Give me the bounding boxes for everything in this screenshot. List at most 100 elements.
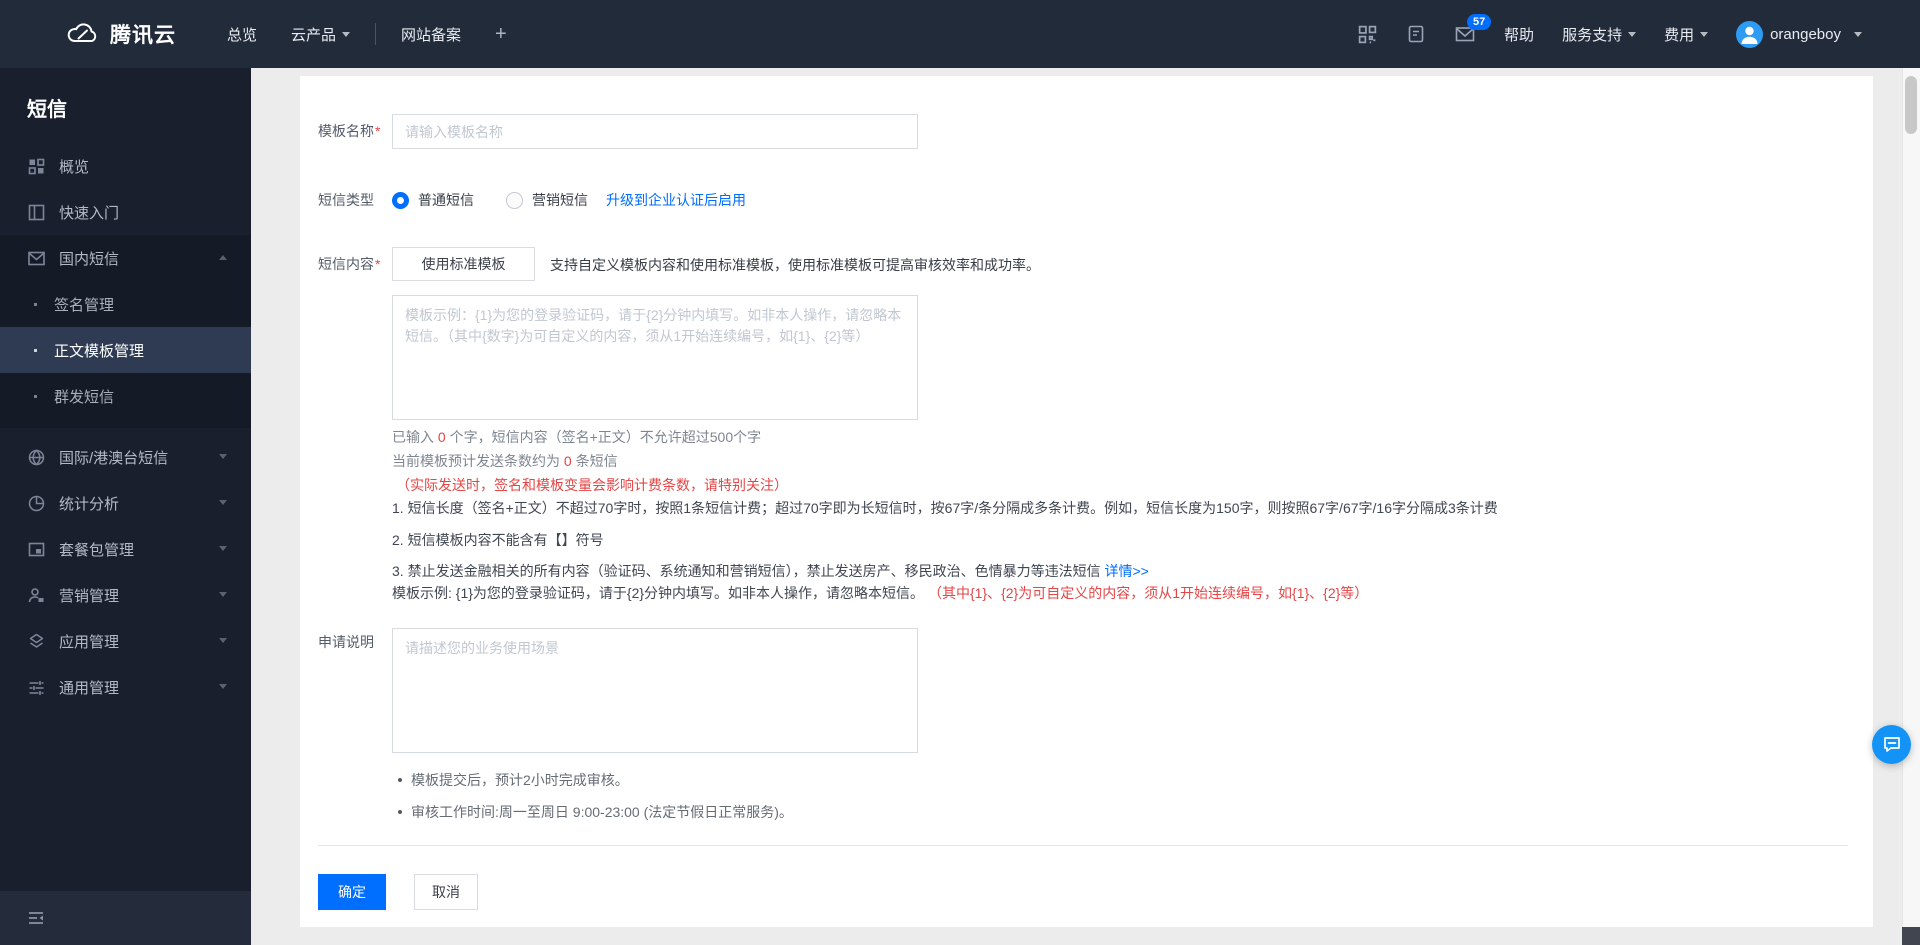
nav-overview[interactable]: 总览 xyxy=(210,0,274,68)
chevron-down-icon xyxy=(1700,31,1709,37)
sidebar-group-domestic-sms: 国内短信 签名管理 正文模板管理 群发短信 xyxy=(0,235,251,428)
brand-text: 腾讯云 xyxy=(110,24,176,47)
sidebar-item-package-management[interactable]: 套餐包管理 xyxy=(0,526,251,572)
billing-warning-line: （实际发送时，签名和模板变量会影响计费条数，请特别关注） xyxy=(396,477,788,493)
template-example-note: （其中{1}、{2}为可自定义的内容，须从1开始连续编号，如{1}、{2}等） xyxy=(927,585,1369,601)
cancel-button[interactable]: 取消 xyxy=(414,874,478,910)
globe-icon xyxy=(27,448,46,467)
nav-add-tab-button[interactable]: + xyxy=(478,0,524,68)
nav-help[interactable]: 帮助 xyxy=(1504,24,1534,45)
chevron-down-icon xyxy=(219,454,227,459)
chevron-down-icon xyxy=(219,546,227,551)
scrollbar-corner xyxy=(1902,927,1920,945)
sidebar-title: 短信 xyxy=(27,99,67,121)
chevron-down-icon xyxy=(342,31,351,37)
sms-content-textarea[interactable] xyxy=(392,295,918,420)
radio-normal-sms[interactable] xyxy=(392,191,409,209)
tencent-cloud-logo[interactable]: 腾讯云 xyxy=(66,19,176,49)
sidebar-item-domestic-sms[interactable]: 国内短信 xyxy=(0,235,251,281)
bullet-icon xyxy=(34,348,37,352)
chat-bubble-icon xyxy=(1882,735,1902,754)
sidebar-item-international-sms[interactable]: 国际/港澳台短信 xyxy=(0,434,251,480)
sidebar-item-quickstart[interactable]: 快速入门 xyxy=(0,189,251,235)
template-form-card: 模板名称* 短信类型 普通短信 营销短信 升级到企业认证后启用 短信内容* 使用… xyxy=(300,76,1873,927)
radio-normal-sms-label[interactable]: 普通短信 xyxy=(418,190,474,210)
required-asterisk: * xyxy=(375,256,381,272)
layers-icon xyxy=(27,632,46,651)
avatar xyxy=(1736,20,1764,48)
navbar-left: 腾讯云 总览 云产品 网站备案 + xyxy=(0,0,524,68)
estimate-value: 0 xyxy=(563,453,572,469)
submit-button[interactable]: 确定 xyxy=(318,874,386,910)
nav-billing[interactable]: 费用 xyxy=(1664,24,1709,45)
sidebar-collapse-bar[interactable] xyxy=(0,891,251,945)
template-example-line: 模板示例: {1}为您的登录验证码，请于{2}分钟内填写。如非本人操作，请忽略本… xyxy=(392,585,1369,601)
template-name-label: 模板名称* xyxy=(318,123,381,139)
username: orangeboy xyxy=(1770,25,1841,43)
details-link[interactable]: 详情>> xyxy=(1104,563,1148,579)
estimate-line: 当前模板预计发送条数约为 0 条短信 xyxy=(392,453,618,469)
upgrade-enterprise-link[interactable]: 升级到企业认证后启用 xyxy=(606,190,746,210)
application-note-textarea[interactable] xyxy=(392,628,918,753)
sidebar-item-general-management[interactable]: 通用管理 xyxy=(0,664,251,710)
sidebar: 短信 概览 快速入门 国内短信 签名管理 正文模板管理 群发短信 国际/港澳台短… xyxy=(0,68,251,945)
standard-template-hint: 支持自定义模板内容和使用标准模板，使用标准模板可提高审核效率和成功率。 xyxy=(550,257,1040,273)
chevron-up-icon xyxy=(219,255,227,260)
chevron-down-icon xyxy=(219,592,227,597)
sidebar-item-statistics[interactable]: 统计分析 xyxy=(0,480,251,526)
chevron-down-icon xyxy=(219,638,227,643)
chevron-down-icon xyxy=(1854,31,1862,37)
mail-icon[interactable]: 57 xyxy=(1454,14,1492,44)
sidebar-item-body-template-management[interactable]: 正文模板管理 xyxy=(0,327,251,373)
page-scrollbar[interactable] xyxy=(1902,68,1920,945)
sliders-icon xyxy=(27,678,46,697)
envelope-icon xyxy=(27,249,46,268)
qr-code-icon[interactable] xyxy=(1357,24,1378,45)
sidebar-item-bulk-sms[interactable]: 群发短信 xyxy=(0,373,251,419)
required-asterisk: * xyxy=(375,123,381,139)
rule-3: 3. 禁止发送金融相关的所有内容（验证码、系统通知和营销短信），禁止发送房产、移… xyxy=(392,563,1149,579)
nav-divider xyxy=(375,23,377,45)
mail-badge: 57 xyxy=(1467,14,1492,30)
chevron-down-icon xyxy=(1628,31,1637,37)
sidebar-item-signature-management[interactable]: 签名管理 xyxy=(0,281,251,327)
chat-support-button[interactable] xyxy=(1872,725,1911,764)
rule-2: 2. 短信模板内容不能含有【】符号 xyxy=(392,532,604,548)
sidebar-item-overview[interactable]: 概览 xyxy=(0,143,251,189)
radio-marketing-sms-label[interactable]: 营销短信 xyxy=(532,190,588,210)
chevron-down-icon xyxy=(219,500,227,505)
sidebar-item-application-management[interactable]: 应用管理 xyxy=(0,618,251,664)
char-count-value: 0 xyxy=(437,429,446,445)
sms-content-label: 短信内容* xyxy=(318,256,381,272)
navbar-right: 57 帮助 服务支持 费用 orangeboy xyxy=(1357,14,1920,48)
collapse-sidebar-icon xyxy=(27,910,45,926)
review-note-1: 模板提交后，预计2小时完成审核。 xyxy=(398,770,629,790)
sms-type-label: 短信类型 xyxy=(318,192,374,208)
document-icon[interactable] xyxy=(1406,24,1426,44)
bullet-icon xyxy=(398,778,402,782)
user-menu[interactable]: orangeboy xyxy=(1736,20,1862,48)
rule-1: 1. 短信长度（签名+正文）不超过70字时，按照1条短信计费；超过70字即为长短… xyxy=(392,500,1498,516)
scrollbar-thumb[interactable] xyxy=(1905,76,1917,134)
nav-support[interactable]: 服务支持 xyxy=(1562,24,1637,45)
template-name-input[interactable] xyxy=(392,114,918,149)
bullet-icon xyxy=(34,302,37,306)
char-count-line: 已输入 0 个字，短信内容（签名+正文）不允许超过500个字 xyxy=(392,429,762,445)
cloud-logo-icon xyxy=(66,22,100,46)
use-standard-template-button[interactable]: 使用标准模板 xyxy=(392,247,535,281)
package-icon xyxy=(27,540,46,559)
top-navbar: 腾讯云 总览 云产品 网站备案 + 57 帮助 服务支持 费用 orangebo… xyxy=(0,0,1920,68)
bullet-icon xyxy=(34,394,37,398)
nav-products[interactable]: 云产品 xyxy=(274,0,367,68)
chevron-down-icon xyxy=(219,684,227,689)
form-divider xyxy=(318,845,1848,846)
sidebar-item-marketing-management[interactable]: 营销管理 xyxy=(0,572,251,618)
nav-beian[interactable]: 网站备案 xyxy=(384,0,478,68)
application-note-label: 申请说明 xyxy=(318,634,374,650)
sms-type-options: 普通短信 营销短信 升级到企业认证后启用 xyxy=(392,188,746,212)
grid-icon xyxy=(27,157,46,176)
review-note-2: 审核工作时间:周一至周日 9:00-23:00 (法定节假日正常服务)。 xyxy=(398,802,793,822)
bullet-icon xyxy=(398,810,402,814)
radio-marketing-sms[interactable] xyxy=(506,191,523,209)
quickstart-icon xyxy=(27,203,46,222)
